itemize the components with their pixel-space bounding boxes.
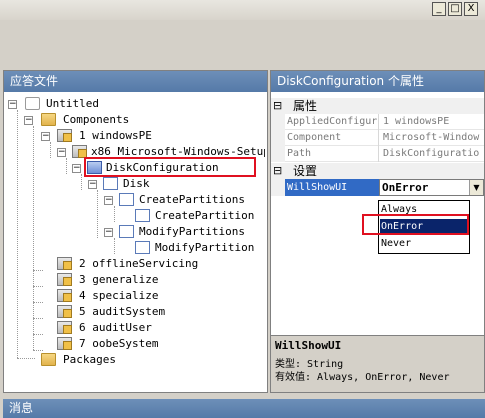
setting-icon xyxy=(119,193,134,206)
properties-panel-title: DiskConfiguration 个属性 xyxy=(271,71,484,92)
answer-file-tree: − Untitled − Components − 1 windowsPE − … xyxy=(4,92,267,392)
messages-panel: 消息 xyxy=(3,399,485,418)
setting-icon xyxy=(135,241,150,254)
collapse-toggle[interactable]: − xyxy=(24,116,33,125)
tree-item-label: Disk xyxy=(123,177,150,190)
collapse-toggle[interactable]: − xyxy=(57,148,66,157)
tree-item-oobesystem[interactable]: 7 oobeSystem xyxy=(41,336,241,352)
property-row[interactable]: Path DiskConfiguratio xyxy=(271,146,484,162)
setting-row-willshowui[interactable]: WillShowUI OnError ▼ xyxy=(271,179,484,196)
collapse-toggle[interactable]: − xyxy=(8,100,17,109)
tree-item-windowspe[interactable]: − 1 windowsPE xyxy=(41,128,241,144)
tree-item-label: CreatePartitions xyxy=(139,193,245,206)
tree-item-label: 4 specialize xyxy=(79,289,159,302)
tree-item-label: 5 auditSystem xyxy=(79,305,166,318)
collapse-toggle[interactable]: − xyxy=(104,196,113,205)
tree-item-label: 7 oobeSystem xyxy=(79,337,159,350)
setting-value-dropdown[interactable]: OnError ▼ xyxy=(379,179,484,196)
property-name: Component xyxy=(285,130,379,146)
property-value: 1 windowsPE xyxy=(383,116,450,127)
property-name: AppliedConfigur xyxy=(285,114,379,130)
collapse-toggle[interactable]: − xyxy=(72,164,81,173)
settings-section-header[interactable]: ⊟ 设置 xyxy=(271,163,484,179)
setting-icon xyxy=(135,209,150,222)
help-pane: WillShowUI 类型: String 有效值: Always, OnErr… xyxy=(271,335,484,392)
config-pass-icon xyxy=(57,305,72,318)
collapse-toggle[interactable]: − xyxy=(41,132,50,141)
dropdown-selected-value: OnError xyxy=(382,181,429,194)
section-label: 设置 xyxy=(293,164,318,178)
tree-item-auditsystem[interactable]: 5 auditSystem xyxy=(41,304,241,320)
property-value: Microsoft-Window xyxy=(383,132,480,143)
dropdown-option-never[interactable]: Never xyxy=(381,236,411,252)
highlight-box xyxy=(362,214,469,235)
collapse-toggle[interactable]: − xyxy=(88,180,97,189)
toolbar-area xyxy=(0,20,485,68)
properties-panel: DiskConfiguration 个属性 ⊟ 属性 AppliedConfig… xyxy=(270,70,485,393)
setting-icon xyxy=(119,225,134,238)
tree-item-createpartitions[interactable]: − CreatePartitions xyxy=(104,192,264,208)
property-row[interactable]: AppliedConfigur 1 windowsPE xyxy=(271,114,484,130)
tree-item-label: 1 windowsPE xyxy=(79,129,152,142)
section-label: 属性 xyxy=(293,99,318,113)
messages-panel-title: 消息 xyxy=(3,399,485,418)
tree-item-label: 3 generalize xyxy=(79,273,159,286)
minimize-button[interactable]: _ xyxy=(432,2,446,16)
tree-item-modifypartition[interactable]: ModifyPartition xyxy=(121,240,267,256)
tree-item-label: ModifyPartition xyxy=(155,241,255,254)
tree-item-offlineservicing[interactable]: 2 offlineServicing xyxy=(41,256,241,272)
tree-item-label: ModifyPartitions xyxy=(139,225,245,238)
tree-item-label: Untitled xyxy=(46,97,99,110)
folder-icon xyxy=(41,113,56,126)
config-pass-icon xyxy=(57,289,72,302)
folder-icon xyxy=(41,353,56,366)
setting-name: WillShowUI xyxy=(285,179,379,196)
config-pass-icon xyxy=(57,273,72,286)
help-values: 有效值: Always, OnError, Never xyxy=(275,372,450,383)
property-value: DiskConfiguratio xyxy=(383,148,480,159)
tree-item-modifypartitions[interactable]: − ModifyPartitions xyxy=(104,224,264,240)
tree-item-packages[interactable]: Packages xyxy=(24,352,224,368)
property-name: Path xyxy=(285,146,379,162)
title-bar: _ □ X xyxy=(0,0,485,20)
help-title: WillShowUI xyxy=(275,339,342,352)
tree-item-label: Components xyxy=(63,113,130,126)
properties-section-header[interactable]: ⊟ 属性 xyxy=(271,98,484,114)
collapse-toggle[interactable]: ⊟ xyxy=(273,163,282,179)
collapse-toggle[interactable]: − xyxy=(104,228,113,237)
config-pass-icon xyxy=(57,337,72,350)
tree-item-label: CreatePartition xyxy=(155,209,255,222)
config-pass-icon xyxy=(57,257,72,270)
setting-icon xyxy=(103,177,118,190)
tree-item-generalize[interactable]: 3 generalize xyxy=(41,272,241,288)
answer-file-panel: 应答文件 − Untitled − Components − 1 windows… xyxy=(3,70,268,393)
property-row[interactable]: Component Microsoft-Window xyxy=(271,130,484,146)
close-button[interactable]: X xyxy=(464,2,478,16)
tree-item-label: Packages xyxy=(63,353,116,366)
config-pass-icon xyxy=(57,321,72,334)
tree-item-audituser[interactable]: 6 auditUser xyxy=(41,320,241,336)
tree-item-label: 2 offlineServicing xyxy=(79,257,199,270)
tree-item-createpartition[interactable]: CreatePartition xyxy=(121,208,267,224)
tree-item-components[interactable]: − Components xyxy=(24,112,224,128)
tree-item-specialize[interactable]: 4 specialize xyxy=(41,288,241,304)
highlight-box xyxy=(84,157,256,177)
tree-item-untitled[interactable]: − Untitled xyxy=(8,96,208,112)
tree-item-disk[interactable]: − Disk xyxy=(88,176,248,192)
chevron-down-icon[interactable]: ▼ xyxy=(469,180,483,195)
maximize-button[interactable]: □ xyxy=(448,2,462,16)
config-pass-icon xyxy=(57,129,72,142)
answer-file-panel-title: 应答文件 xyxy=(4,71,267,92)
tree-item-label: 6 auditUser xyxy=(79,321,152,334)
answer-file-icon xyxy=(25,97,40,110)
collapse-toggle[interactable]: ⊟ xyxy=(273,98,282,114)
